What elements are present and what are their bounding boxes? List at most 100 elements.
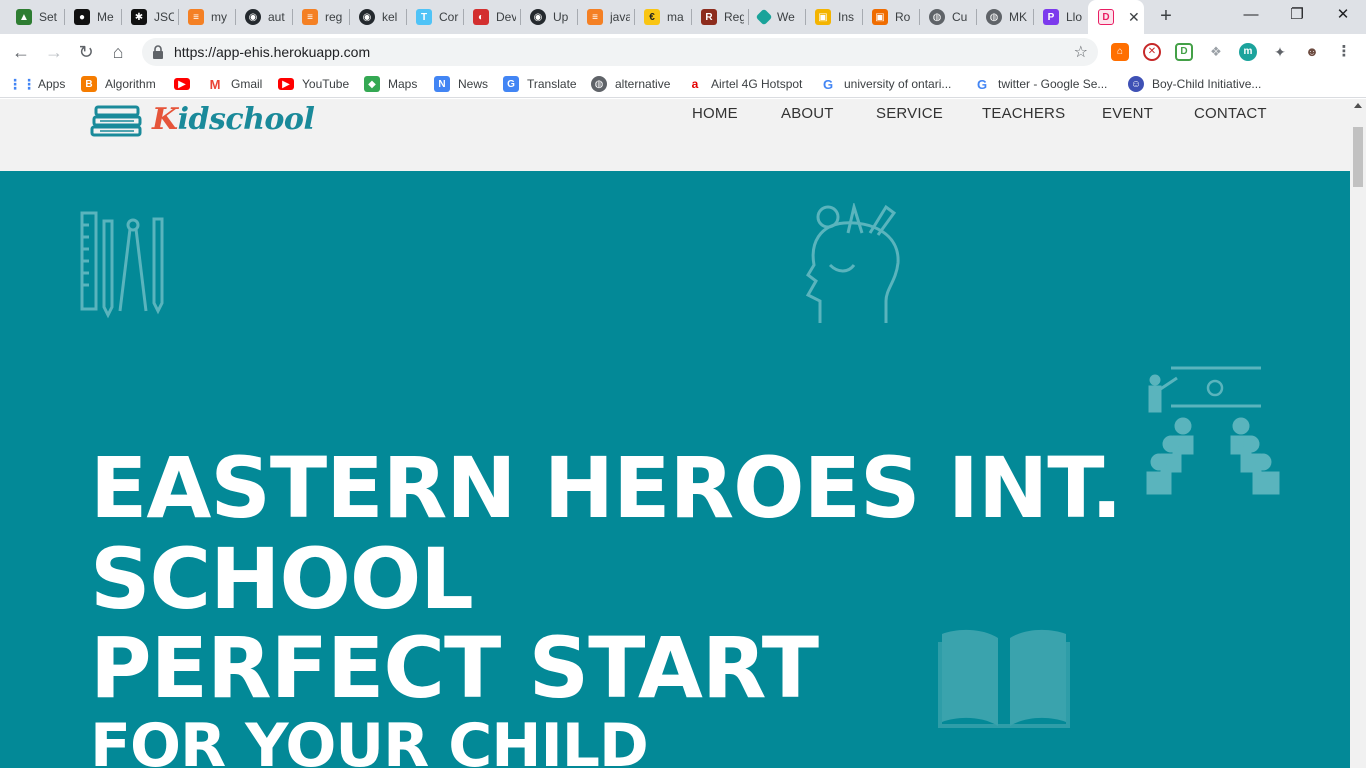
tab-title: Up — [553, 10, 569, 24]
bookmark-item[interactable]: B Algorithm — [81, 76, 156, 92]
logo-word: idschool — [177, 101, 315, 137]
tab-favicon-icon: ◐ — [473, 9, 489, 25]
profile-avatar-icon[interactable]: ☻ — [1303, 43, 1321, 61]
tab-favicon-icon: ▲ — [16, 9, 32, 25]
tab-title: Ins — [838, 10, 855, 24]
tab-16[interactable]: ◍ Cu — [919, 0, 975, 34]
nav-service[interactable]: SERVICE — [876, 105, 943, 122]
logo-letter: K — [152, 101, 178, 137]
google-icon: G — [822, 76, 834, 92]
tab-17[interactable]: ◍ MK — [976, 0, 1032, 34]
ruler-compass-icon — [80, 211, 164, 319]
hero-title-line4: FOR YOUR CHILD — [90, 711, 649, 768]
bookmark-label: News — [458, 77, 489, 91]
home-button[interactable]: ⌂ — [105, 39, 131, 65]
box-icon: ▣ — [815, 9, 831, 25]
extension-icon[interactable]: m — [1239, 43, 1257, 61]
box-icon: ▣ — [872, 9, 888, 25]
bookmark-item[interactable]: N News — [434, 76, 488, 92]
tab-favicon-icon: T — [416, 9, 432, 25]
browser-toolbar: ← → ↻ ⌂ https://app-ehis.herokuapp.com ☆… — [0, 34, 1366, 70]
boychild-icon: ☺ — [1128, 76, 1144, 92]
nav-teachers[interactable]: TEACHERS — [982, 105, 1065, 122]
github-icon: ◉ — [245, 9, 261, 25]
tab-title: Set — [39, 10, 58, 24]
scrollbar-thumb[interactable] — [1353, 127, 1363, 187]
tab-8[interactable]: ◐ Dev — [463, 0, 519, 34]
nav-home[interactable]: HOME — [692, 105, 738, 122]
web-page: Kidschool HOME ABOUT SERVICE TEACHERS EV… — [0, 99, 1366, 768]
bookmark-item[interactable]: G Translate — [503, 76, 577, 92]
globe-icon: ◍ — [986, 9, 1002, 25]
close-tab-icon[interactable]: ✕ — [1128, 9, 1140, 26]
bookmark-item[interactable]: ◍ alternative — [591, 76, 670, 92]
reload-button[interactable]: ↻ — [73, 39, 99, 65]
classroom-icon — [1146, 366, 1280, 495]
bookmark-item[interactable]: Guniversity of ontari... — [820, 76, 951, 92]
back-button[interactable]: ← — [8, 39, 34, 65]
tab-4[interactable]: ◉ aut — [235, 0, 291, 34]
bookmark-star-icon[interactable]: ☆ — [1074, 42, 1088, 62]
tab-7[interactable]: T Cor — [406, 0, 462, 34]
site-logo[interactable]: Kidschool — [90, 99, 315, 139]
block-extension-icon[interactable]: ✕ — [1143, 43, 1161, 61]
tab-active[interactable]: D ✕ — [1088, 0, 1144, 34]
bookmark-item[interactable]: ⋮⋮ Apps — [8, 75, 66, 92]
github-icon: ◉ — [359, 9, 375, 25]
close-window-button[interactable]: ✕ — [1320, 0, 1366, 34]
scroll-up-arrow-icon[interactable] — [1354, 103, 1362, 108]
youtube-icon: ▶ — [278, 78, 294, 90]
apps-grid-icon: ⋮⋮ — [8, 75, 36, 92]
bookmark-item[interactable]: ▶ — [174, 76, 198, 92]
nav-contact[interactable]: CONTACT — [1194, 105, 1267, 122]
tab-14[interactable]: ▣ Ins — [805, 0, 861, 34]
tab-1[interactable]: ● Me — [64, 0, 120, 34]
tab-2[interactable]: ✱ JSC — [121, 0, 177, 34]
tab-9[interactable]: ◉ Up — [520, 0, 576, 34]
bookmark-label: YouTube — [302, 77, 350, 91]
tab-18[interactable]: P Llo — [1033, 0, 1089, 34]
tab-15[interactable]: ▣ Ro — [862, 0, 918, 34]
extension-icon[interactable]: ⌂ — [1111, 43, 1129, 61]
tab-title: Dev — [496, 10, 516, 24]
menu-kebab-icon[interactable]: ⋮ — [1335, 43, 1353, 61]
tab-10[interactable]: ≡ java — [577, 0, 633, 34]
tab-11[interactable]: € ma — [634, 0, 690, 34]
bookmark-item[interactable]: ◆ Maps — [364, 76, 417, 92]
tab-13[interactable]: We — [748, 0, 804, 34]
nav-event[interactable]: EVENT — [1102, 105, 1153, 122]
open-book-icon — [938, 629, 1070, 728]
bookmark-label: Apps — [38, 77, 66, 91]
tab-5[interactable]: ≡ reg — [292, 0, 348, 34]
tab-12[interactable]: R Reg — [691, 0, 747, 34]
bookmark-item[interactable]: ☺ Boy-Child Initiative... — [1128, 76, 1261, 92]
new-tab-button[interactable]: + — [1154, 5, 1178, 29]
logo-text: Kidschool — [152, 101, 315, 137]
thinking-head-icon — [805, 203, 900, 323]
bookmark-item[interactable]: M Gmail — [207, 76, 263, 92]
forward-button[interactable]: → — [41, 39, 67, 65]
page-scrollbar[interactable] — [1350, 99, 1366, 768]
extension-icon[interactable]: D — [1175, 43, 1193, 61]
tab-title: my — [211, 10, 227, 24]
tab-6[interactable]: ◉ kel — [349, 0, 405, 34]
minimize-button[interactable]: — — [1228, 0, 1274, 34]
dropbox-icon[interactable]: ❖ — [1207, 43, 1225, 61]
bookmark-item[interactable]: ▶ YouTube — [278, 76, 349, 92]
tab-favicon-icon: ✱ — [131, 9, 147, 25]
bookmark-item[interactable]: a Airtel 4G Hotspot — [687, 76, 803, 92]
stackoverflow-icon: ≡ — [302, 9, 318, 25]
nav-about[interactable]: ABOUT — [781, 105, 834, 122]
hero-title-line2: SCHOOL — [90, 530, 474, 628]
puzzle-extensions-icon[interactable]: ✦ — [1271, 43, 1289, 61]
bookmark-label: Gmail — [231, 77, 263, 91]
bookmark-item[interactable]: Gtwitter - Google Se... — [974, 76, 1107, 92]
bookmark-label: Airtel 4G Hotspot — [711, 77, 803, 91]
restore-button[interactable]: ❐ — [1274, 0, 1320, 34]
tab-3[interactable]: ≡ my — [178, 0, 234, 34]
tab-favicon-icon: ● — [74, 9, 90, 25]
tab-0[interactable]: ▲ Set — [6, 0, 62, 34]
bookmarks-bar: ⋮⋮ Apps B Algorithm ▶ M Gmail ▶ YouTube ◆ Map… — [0, 70, 1366, 98]
tab-favicon-icon: P — [1043, 9, 1059, 25]
address-bar[interactable]: https://app-ehis.herokuapp.com ☆ — [142, 38, 1098, 66]
